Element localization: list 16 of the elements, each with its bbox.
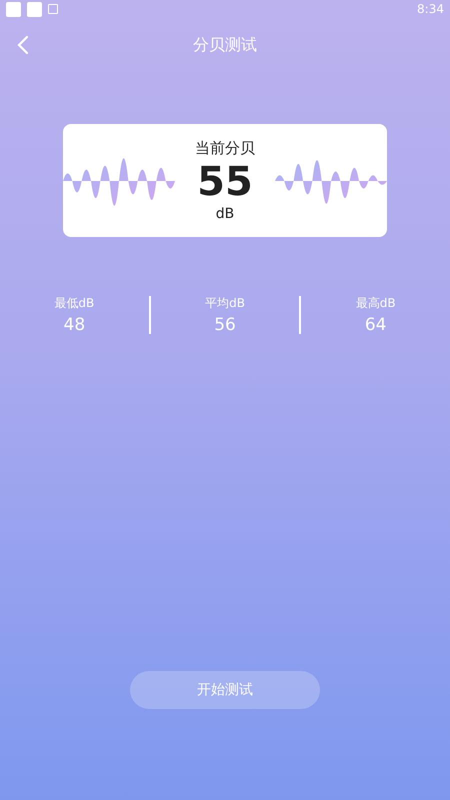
stat-value: 48 [64,315,86,335]
back-icon[interactable] [17,35,29,55]
status-icon [6,2,21,16]
unit-label: dB [216,206,234,222]
decibel-value: 55 [197,158,253,206]
notification-icon [48,4,58,14]
stat-label: 平均dB [205,295,245,312]
stat-value: 64 [364,315,386,335]
page-title: 分贝测试 [193,34,257,56]
stat-value: 56 [214,315,236,335]
start-button[interactable]: 开始测试 [130,671,320,709]
status-icon [27,2,42,16]
stat-label: 最低dB [54,295,94,312]
stat-label: 最高dB [356,295,396,312]
meter-label: 当前分贝 [195,139,255,158]
status-time: 8:34 [417,2,444,16]
